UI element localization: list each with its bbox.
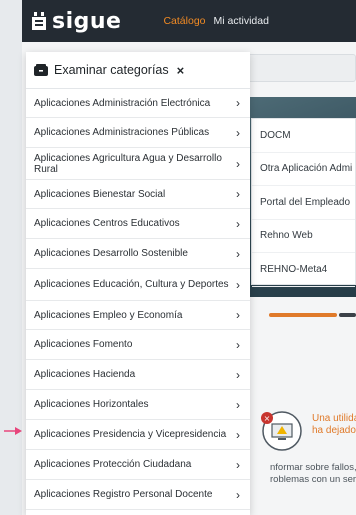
category-label: Aplicaciones Educación, Cultura y Deport… — [34, 279, 229, 290]
category-label: Aplicaciones Fomento — [34, 339, 133, 350]
nav-catalogo[interactable]: Catálogo — [163, 15, 205, 27]
category-item[interactable]: Aplicaciones Centros Educativos › — [26, 209, 250, 239]
sigue-logo[interactable]: sigue — [30, 9, 121, 34]
category-item[interactable]: Aplicaciones Administraciones Públicas › — [26, 118, 250, 148]
category-item[interactable]: Aplicaciones Bienestar Social › — [26, 180, 250, 209]
info-message: nformar sobre fallos, er roblemas con un… — [270, 462, 356, 486]
category-label: Aplicaciones Empleo y Economía — [34, 309, 183, 321]
category-label: Aplicaciones Administración Electrónica — [34, 97, 211, 109]
category-label: Aplicaciones Presidencia y Vicepresidenc… — [34, 429, 227, 440]
category-label: Aplicaciones Hacienda — [34, 369, 136, 380]
chevron-right-icon: › — [236, 156, 240, 171]
submenu-item[interactable]: Rehno Web — [252, 220, 355, 253]
category-item[interactable]: Aplicaciones Educación, Cultura y Deport… — [26, 269, 250, 301]
nav-mi-actividad[interactable]: Mi actividad — [214, 15, 269, 27]
alert-line-1: Una utilida — [312, 413, 356, 424]
category-label: Aplicaciones Bienestar Social — [34, 188, 166, 200]
carousel-indicator[interactable] — [339, 313, 356, 317]
chevron-right-icon: › — [236, 457, 240, 472]
logo-text: sigue — [52, 8, 122, 34]
pointer-arrow-icon — [4, 427, 22, 435]
logo-mark-icon — [32, 12, 46, 30]
categories-dropdown: Examinar categorías × Aplicaciones Admin… — [26, 52, 250, 515]
category-label: Aplicaciones Desarrollo Sostenible — [34, 248, 188, 259]
info-line-2: roblemas con un servic — [270, 474, 356, 485]
chevron-right-icon: › — [236, 337, 240, 352]
chevron-right-icon: › — [236, 216, 240, 231]
category-label: Aplicaciones Horizontales — [34, 399, 149, 410]
category-item[interactable]: Aplicaciones Administración Electrónica … — [26, 89, 250, 118]
chevron-right-icon: › — [236, 277, 240, 292]
dropdown-header: Examinar categorías × — [26, 52, 250, 89]
chevron-right-icon: › — [236, 427, 240, 442]
chevron-right-icon: › — [236, 487, 240, 502]
close-icon[interactable]: × — [177, 63, 185, 78]
alert-line-2: ha dejado — [312, 425, 356, 436]
category-label: Aplicaciones Administraciones Públicas — [34, 127, 210, 138]
chevron-right-icon: › — [236, 96, 240, 110]
category-item[interactable]: Aplicaciones Fomento › — [26, 330, 250, 360]
category-item[interactable]: Aplicaciones Protección Ciudadana › — [26, 450, 250, 480]
chevron-right-icon: › — [236, 397, 240, 412]
category-label: Aplicaciones Centros Educativos — [34, 218, 180, 229]
chevron-right-icon: › — [236, 187, 240, 201]
submenu-item[interactable]: DOCM — [252, 119, 355, 153]
carousel-indicator-active[interactable] — [269, 313, 337, 317]
svg-text:×: × — [264, 414, 271, 423]
category-item[interactable]: Aplicaciones Horizontales › — [26, 390, 250, 420]
chevron-right-icon: › — [236, 125, 240, 140]
category-item[interactable]: Aplicaciones Desarrollo Sostenible › — [26, 239, 250, 269]
applications-submenu: DOCM Otra Aplicación Admi Portal del Emp… — [251, 118, 356, 287]
category-item[interactable]: Aplicaciones Hacienda › — [26, 360, 250, 390]
chevron-right-icon: › — [236, 367, 240, 382]
submenu-item[interactable]: Otra Aplicación Admi — [252, 153, 355, 186]
dropdown-title: Examinar categorías — [54, 63, 169, 77]
computer-warning-icon: × — [261, 411, 302, 451]
folder-icon — [34, 64, 48, 76]
category-item[interactable]: Aplicaciones Presidencia y Vicepresidenc… — [26, 420, 250, 450]
category-item[interactable]: Aplicaciones Empleo y Economía › — [26, 301, 250, 330]
category-item[interactable]: Aplicaciones Registro Personal Docente › — [26, 480, 250, 510]
category-label: Aplicaciones Agricultura Agua y Desarrol… — [34, 152, 222, 175]
category-label: Aplicaciones Registro Personal Docente — [34, 489, 213, 500]
submenu-item[interactable]: Portal del Empleado — [252, 186, 355, 220]
submenu-item[interactable]: REHNO-Meta4 — [252, 253, 355, 287]
info-line-1: nformar sobre fallos, er — [270, 462, 356, 473]
chevron-right-icon: › — [236, 246, 240, 261]
category-label: Aplicaciones Protección Ciudadana — [34, 459, 192, 470]
alert-message: Una utilida ha dejado — [312, 413, 356, 437]
top-navbar: sigue Catálogo Mi actividad — [22, 0, 356, 42]
chevron-right-icon: › — [236, 308, 240, 322]
category-item[interactable]: Aplicaciones Agricultura Agua y Desarrol… — [26, 148, 250, 180]
